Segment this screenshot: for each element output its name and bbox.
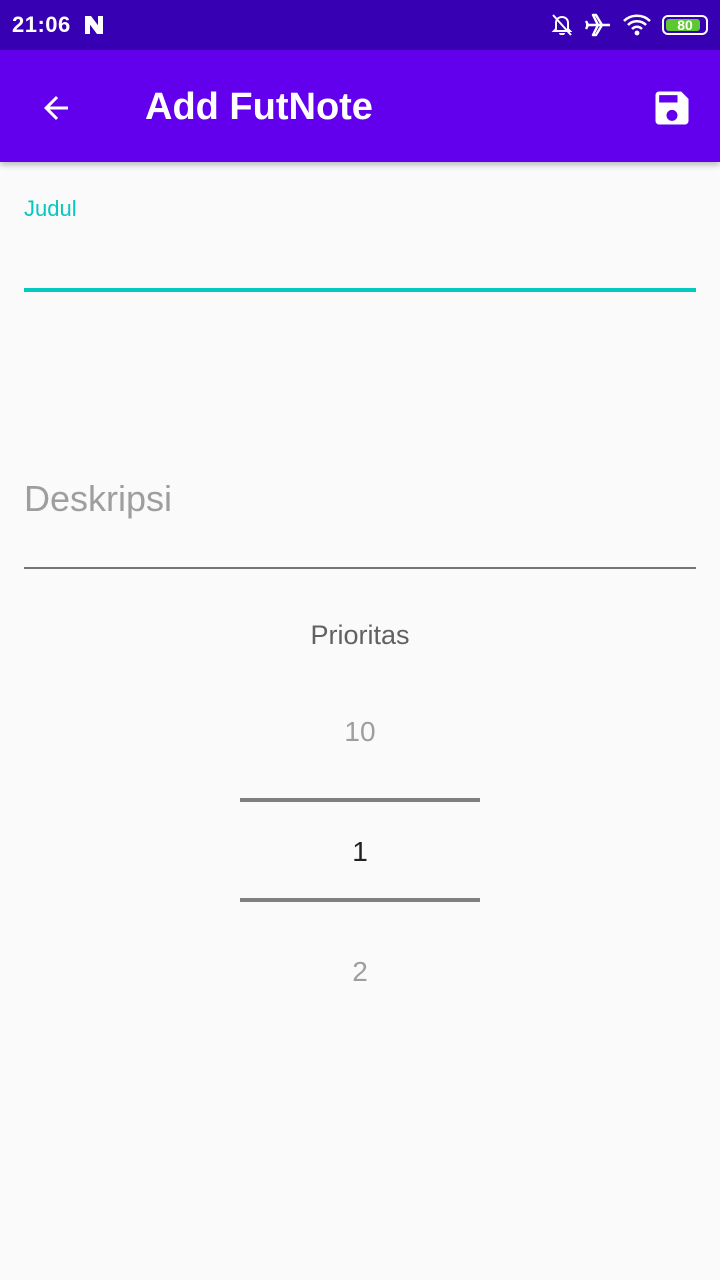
status-bar: 21:06 80 — [0, 0, 720, 50]
n-icon — [85, 16, 103, 34]
page-title: Add FutNote — [145, 86, 373, 128]
picker-divider-bottom — [240, 898, 480, 902]
back-button[interactable] — [30, 82, 82, 134]
wifi-icon — [623, 14, 651, 36]
bell-off-icon — [551, 14, 573, 36]
app-bar: Add FutNote — [0, 50, 720, 162]
picker-next-value[interactable]: 2 — [240, 956, 480, 988]
arrow-back-icon — [44, 96, 68, 120]
prioritas-number-picker[interactable]: 10 1 2 — [240, 690, 480, 1010]
judul-label: Judul — [24, 196, 77, 221]
airplane-icon — [584, 13, 610, 37]
status-time: 21:06 — [12, 12, 71, 37]
save-icon — [655, 91, 689, 125]
battery-level: 80 — [677, 17, 693, 33]
save-button[interactable] — [644, 80, 700, 136]
prioritas-label: Prioritas — [310, 620, 410, 650]
judul-input[interactable] — [24, 224, 696, 292]
picker-divider-top — [240, 798, 480, 802]
deskripsi-input[interactable] — [24, 430, 696, 569]
picker-prev-value[interactable]: 10 — [240, 716, 480, 748]
picker-selected-value[interactable]: 1 — [240, 836, 480, 868]
battery-icon: 80 — [662, 15, 708, 35]
